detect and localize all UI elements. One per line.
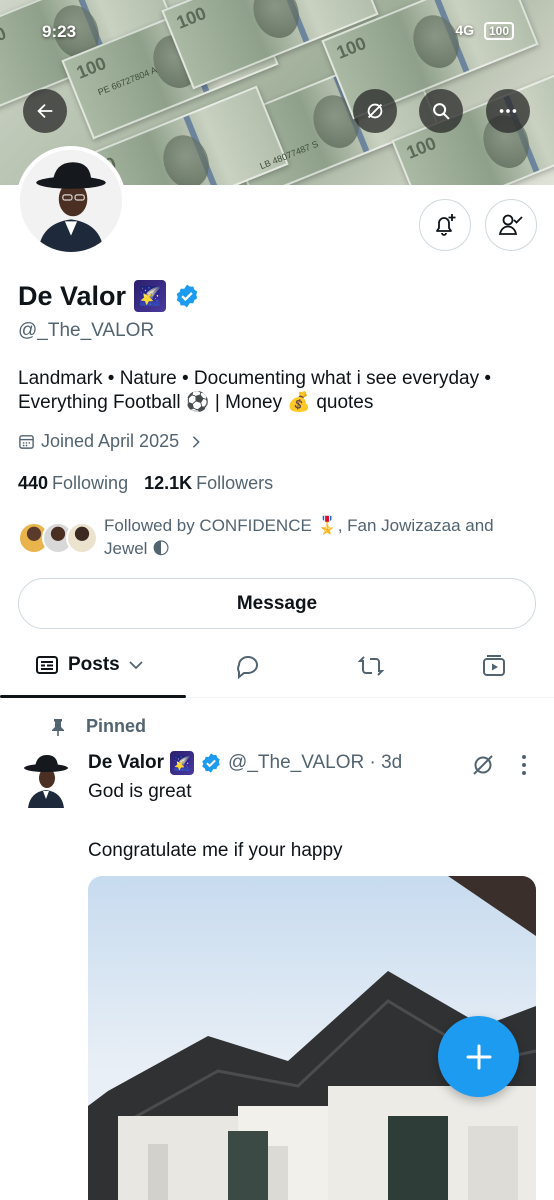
tweet-header: De Valor 🌠 @_The_VALOR · 3d [88,751,402,775]
message-button[interactable]: Message [18,578,536,629]
avatar [20,150,122,252]
pin-icon [52,718,64,736]
shooting-star-emoji: 🌠 [134,280,167,312]
tweet-author-name[interactable]: De Valor [88,752,164,774]
verified-badge-icon[interactable] [174,283,200,309]
following-link[interactable]: 440 Following [18,473,128,493]
followers-count: 12.1K [144,473,193,493]
follower-avatars [18,522,100,554]
more-button[interactable] [486,89,530,133]
status-time: 9:23 [42,22,77,41]
status-bar: 9:23 4G 100 [0,20,554,48]
bill-denomination: 100 [73,52,109,83]
shooting-star-emoji: 🌠 [170,751,195,775]
profile-name-row: De Valor 🌠 [18,280,200,312]
more-vertical-icon[interactable] [518,752,530,778]
verified-badge-icon [202,753,220,773]
followers-label: Followers [196,473,274,493]
search-icon [433,103,450,120]
compose-button[interactable] [438,1016,519,1097]
grok-icon[interactable] [470,752,496,778]
plus-icon [466,1044,491,1069]
search-button[interactable] [419,89,463,133]
profile-name: De Valor [18,280,127,311]
tweet-text-line: God is great [88,781,192,802]
pinned-label-row: Pinned [50,716,146,737]
person-check-icon [498,214,523,235]
avatar-illustration [24,755,68,808]
calendar-icon [19,435,34,449]
profile-bio: Landmark • Nature • Documenting what i s… [18,367,538,415]
repost-icon[interactable] [357,652,385,680]
profile-avatar[interactable] [16,146,126,256]
battery-indicator: 100 [483,22,514,40]
following-count: 440 [18,473,49,493]
media-icon[interactable] [480,652,508,680]
tab-posts-label: Posts [68,654,120,675]
reply-icon[interactable] [234,652,262,680]
bio-line: Landmark • Nature • Documenting what i s… [18,368,492,389]
grok-button[interactable] [353,89,397,133]
chevron-right-icon [192,435,200,448]
bill-denomination: 100 [403,132,439,163]
profile-tabs: Posts [0,640,554,698]
back-arrow-icon [37,103,53,119]
joined-date[interactable]: Joined April 2025 [18,431,203,452]
pinned-label: Pinned [86,716,147,736]
more-icon [499,109,517,113]
followers-link[interactable]: 12.1K Followers [144,473,273,493]
notify-button[interactable] [419,199,471,251]
network-indicator: 4G [455,22,475,38]
avatar-illustration [20,150,122,252]
profile-handle: @_The_VALOR [18,320,155,341]
status-icons: 4G 100 [455,22,514,40]
follow-stats: 440 Following 12.1K Followers [18,473,273,494]
posts-icon [36,656,58,674]
followed-by-text: Followed by CONFIDENCE 🎖️, Fan Jowizazaa… [104,514,534,560]
bell-plus-icon [436,214,456,236]
avatar [66,522,98,554]
following-label: Following [52,473,129,493]
tab-posts[interactable]: Posts [34,652,144,678]
followed-by-line: Jewel 🌓 [104,539,170,558]
chevron-down-icon [129,661,143,670]
active-tab-indicator [0,695,186,698]
followed-by-line: Followed by CONFIDENCE 🎖️, Fan Jowizazaa… [104,516,494,535]
tweet-text-line: Congratulate me if your happy [88,840,343,861]
tweet-meta: @_The_VALOR · 3d [228,752,403,773]
tweet-author-avatar[interactable] [20,750,72,808]
bio-line: Everything Football ⚽ | Money 💰 quotes [18,392,374,413]
joined-label: Joined April 2025 [41,431,180,451]
grok-icon [367,103,383,119]
following-button[interactable] [485,199,537,251]
back-button[interactable] [23,89,67,133]
